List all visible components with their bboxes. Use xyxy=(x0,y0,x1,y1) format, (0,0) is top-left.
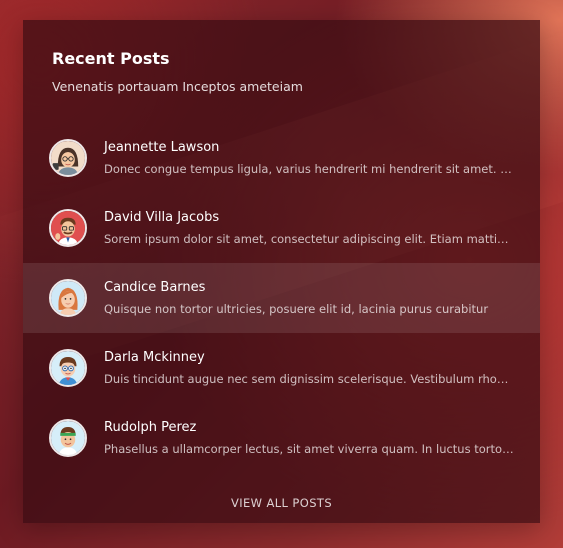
woman-with-glasses-avatar-icon[interactable] xyxy=(49,139,87,177)
post-author-name: Candice Barnes xyxy=(104,280,206,295)
woman-redhead-avatar-icon[interactable] xyxy=(49,279,87,317)
post-list: Jeannette Lawson Donec congue tempus lig… xyxy=(23,123,540,473)
post-excerpt: Phasellus a ullamcorper lectus, sit amet… xyxy=(104,442,514,456)
boy-with-glasses-avatar-icon[interactable] xyxy=(49,349,87,387)
post-author-name: Jeannette Lawson xyxy=(104,140,220,155)
widget-subtitle: Venenatis portauam Inceptos ameteiam xyxy=(52,79,303,94)
post-author-name: Rudolph Perez xyxy=(104,420,197,435)
post-excerpt: Donec congue tempus ligula, varius hendr… xyxy=(104,162,514,176)
widget-header: Recent Posts Venenatis portauam Inceptos… xyxy=(23,20,540,116)
post-excerpt: Duis tincidunt augue nec sem dignissim s… xyxy=(104,372,514,386)
post-excerpt: Sorem ipsum dolor sit amet, consectetur … xyxy=(104,232,514,246)
post-item-david-villa-jacobs[interactable]: David Villa Jacobs Sorem ipsum dolor sit… xyxy=(23,193,540,263)
recent-posts-widget: Recent Posts Venenatis portauam Inceptos… xyxy=(23,20,540,523)
man-with-headband-avatar-icon[interactable] xyxy=(49,419,87,457)
widget-title: Recent Posts xyxy=(52,49,170,68)
post-item-rudolph-perez[interactable]: Rudolph Perez Phasellus a ullamcorper le… xyxy=(23,403,540,473)
post-excerpt: Quisque non tortor ultricies, posuere el… xyxy=(104,302,489,316)
post-item-darla-mckinney[interactable]: Darla Mckinney Duis tincidunt augue nec … xyxy=(23,333,540,403)
post-author-name: David Villa Jacobs xyxy=(104,210,220,225)
post-item-candice-barnes[interactable]: Candice Barnes Quisque non tortor ultric… xyxy=(23,263,540,333)
post-item-jeannette-lawson[interactable]: Jeannette Lawson Donec congue tempus lig… xyxy=(23,123,540,193)
view-all-posts-link[interactable]: VIEW ALL POSTS xyxy=(23,495,540,511)
man-with-glasses-avatar-icon[interactable] xyxy=(49,209,87,247)
post-author-name: Darla Mckinney xyxy=(104,350,205,365)
